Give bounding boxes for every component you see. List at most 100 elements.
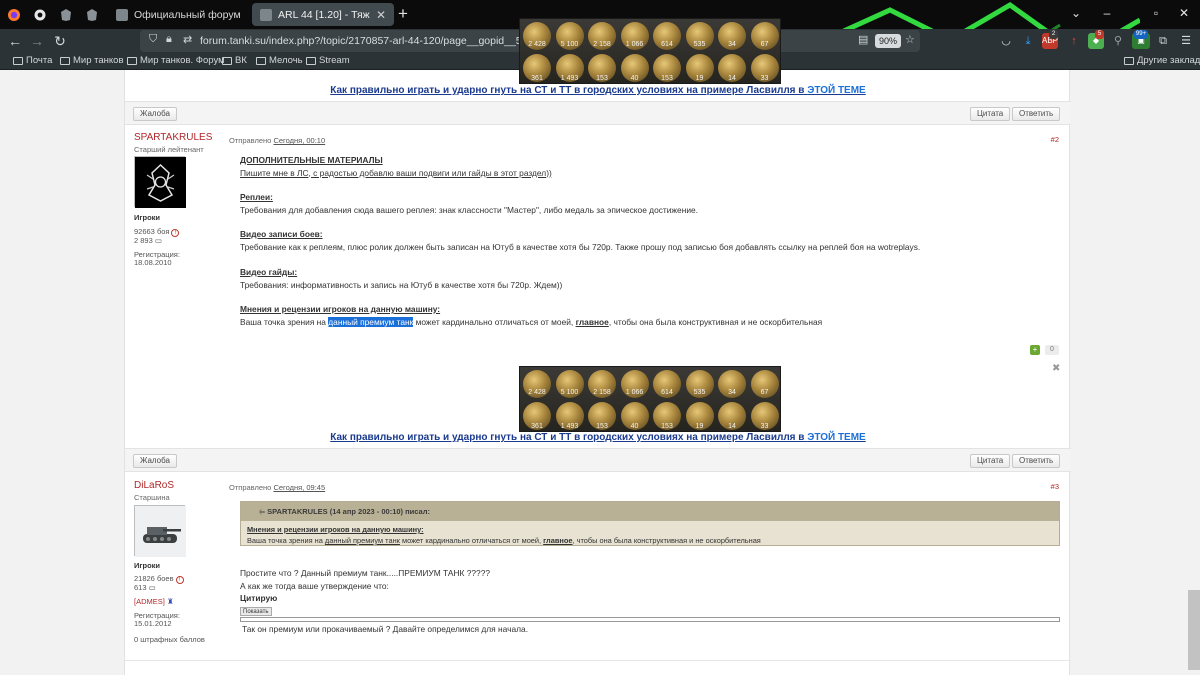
post-author-name[interactable]: DiLaRoS bbox=[134, 480, 174, 491]
reader-view-icon[interactable]: ▤ bbox=[858, 33, 868, 46]
selected-text[interactable]: данный премиум танк bbox=[328, 316, 414, 327]
extension-arrow-icon[interactable]: ↑ bbox=[1066, 33, 1082, 49]
extension-pin-icon[interactable]: ⚲ bbox=[1110, 33, 1126, 49]
scrollbar-thumb[interactable] bbox=[1188, 590, 1200, 670]
battle-videos-title: Видео записи боев: bbox=[240, 229, 323, 239]
battle-videos-text: Требование как к реплеям, плюс ролик дол… bbox=[240, 241, 921, 252]
back-button[interactable]: ← bbox=[6, 32, 24, 50]
vote-up-button[interactable]: + bbox=[1030, 345, 1040, 355]
tab-arl44[interactable]: ARL 44 [1.20] - Тяжелые танки ✕ bbox=[252, 3, 394, 26]
maximize-button[interactable]: ▫ bbox=[1146, 6, 1166, 20]
pinned-tab-icon[interactable] bbox=[30, 5, 50, 25]
complaint-button[interactable]: Жалоба bbox=[133, 454, 177, 468]
zoom-level[interactable]: 90% bbox=[875, 34, 902, 48]
replays-text: Требования для добавления сюда вашего ре… bbox=[240, 204, 698, 215]
signature-link-tail[interactable]: ЭТОЙ ТЕМЕ bbox=[807, 432, 866, 443]
medal-count: 2 158 bbox=[593, 41, 611, 48]
post-actions-bar: Жалоба Цитата Ответить bbox=[125, 448, 1071, 472]
menu-icon[interactable]: ☰ bbox=[1178, 33, 1194, 49]
avatar[interactable] bbox=[134, 156, 186, 208]
video-guides-text: Требования: информативность и запись на … bbox=[240, 279, 563, 290]
clan-tag-text[interactable]: [ADMES] bbox=[134, 597, 165, 606]
bookmark-label: Мир танков bbox=[73, 55, 124, 66]
reply-button[interactable]: Ответить bbox=[1012, 454, 1061, 468]
battle-videos-section: Видео записи боев: Требование как к репл… bbox=[240, 228, 1060, 253]
reviews-text-b: может кардинально отличаться от моей, bbox=[415, 316, 574, 327]
folder-icon bbox=[60, 56, 70, 65]
medal-count: 34 bbox=[728, 389, 736, 396]
firefox-icon[interactable] bbox=[4, 5, 24, 25]
reply-button[interactable]: Ответить bbox=[1012, 107, 1061, 121]
medal-count: 2 428 bbox=[528, 389, 546, 396]
medal-count: 1 493 bbox=[560, 423, 579, 430]
signature-banner[interactable]: 2 428 5 100 2 158 1 066 614 535 34 67 361 1 493 15… bbox=[519, 366, 781, 432]
permissions-icon[interactable]: ⇄ bbox=[183, 33, 192, 46]
tab-forum[interactable]: Официальный форум игры «Мир танков» bbox=[108, 3, 250, 26]
avatar[interactable] bbox=[134, 505, 186, 557]
quote-header: ⥢ SPARTAKRULES (14 апр 2023 - 00:10) пис… bbox=[241, 502, 1059, 521]
bookmark-folder[interactable]: Мир танков bbox=[60, 55, 124, 66]
quote-body: Мнения и рецензии игроков на данную маши… bbox=[241, 521, 1059, 549]
clan-emblem-icon[interactable]: ♜ bbox=[167, 597, 174, 606]
registration-date: 18.08.2010 bbox=[134, 258, 172, 267]
bookmark-folder[interactable]: Stream bbox=[306, 55, 350, 66]
topic-content: 2 428 5 100 2 158 1 066 614 535 34 67 361 1 493 15… bbox=[124, 18, 1071, 675]
close-tab-icon[interactable]: ✕ bbox=[376, 8, 386, 22]
divider bbox=[125, 660, 1071, 661]
bookmark-folder[interactable]: Мелочь bbox=[256, 55, 303, 66]
quote-icon: ⥢ bbox=[259, 507, 268, 516]
signature-link-text[interactable]: Как правильно играть и ударно гнуть на С… bbox=[330, 432, 804, 443]
posted-time[interactable]: Сегодня, 00:10 bbox=[273, 136, 325, 145]
quote-button[interactable]: Цитата bbox=[970, 454, 1011, 468]
quote-author: SPARTAKRULES (14 апр 2023 - 00:10) писал… bbox=[267, 507, 430, 516]
bookmark-folder[interactable]: Мир танков. Форум bbox=[127, 55, 225, 66]
medal-count: 40 bbox=[630, 75, 639, 82]
medal-count: 19 bbox=[695, 75, 704, 82]
complaint-button[interactable]: Жалоба bbox=[133, 107, 177, 121]
spoiler-show-button[interactable]: Показать bbox=[240, 607, 272, 616]
posted-time[interactable]: Сегодня, 09:45 bbox=[273, 483, 325, 492]
extensions-puzzle-icon[interactable]: ⧉ bbox=[1155, 33, 1171, 49]
signature-banner[interactable]: 2 428 5 100 2 158 1 066 614 535 34 67 361 1 493 15… bbox=[519, 18, 781, 84]
signature-link[interactable]: Как правильно играть и ударно гнуть на С… bbox=[125, 432, 1071, 443]
user-group: Игроки bbox=[134, 561, 160, 571]
medal-count: 33 bbox=[760, 423, 769, 430]
post-author-rank: Старшина bbox=[134, 493, 170, 502]
minimize-button[interactable]: – bbox=[1097, 6, 1117, 20]
bookmark-folder[interactable]: Почта bbox=[13, 55, 52, 66]
warning-info-icon[interactable]: ! bbox=[171, 229, 180, 237]
post-number-link[interactable]: #2 bbox=[1051, 135, 1059, 144]
reload-button[interactable]: ↻ bbox=[51, 32, 69, 50]
hide-signature-icon[interactable]: ✖ bbox=[1052, 363, 1060, 374]
downloads-icon[interactable]: ⤓ bbox=[1020, 33, 1036, 49]
signature-link[interactable]: Как правильно играть и ударно гнуть на С… bbox=[125, 85, 1071, 96]
pocket-icon[interactable]: ◡ bbox=[998, 33, 1014, 49]
medal-count: 2 158 bbox=[593, 389, 611, 396]
signature-link-tail[interactable]: ЭТОЙ ТЕМЕ bbox=[807, 85, 866, 96]
signature-link-text[interactable]: Как правильно играть и ударно гнуть на С… bbox=[330, 85, 804, 96]
new-tab-button[interactable]: + bbox=[398, 5, 408, 23]
lock-icon[interactable]: 🔒︎ bbox=[166, 33, 172, 46]
medal-count: 14 bbox=[728, 75, 736, 82]
bookmark-folder[interactable]: ВК bbox=[222, 55, 247, 66]
quote-button[interactable]: Цитата bbox=[970, 107, 1011, 121]
quote-title: Мнения и рецензии игроков на данную маши… bbox=[247, 525, 424, 534]
post-author-name[interactable]: SPARTAKRULES bbox=[134, 132, 212, 143]
bookmark-star-icon[interactable]: ☆ bbox=[905, 33, 915, 46]
forward-button[interactable]: → bbox=[28, 32, 46, 50]
list-tabs-icon[interactable]: ⌄ bbox=[1066, 6, 1086, 20]
post-date: Отправлено Сегодня, 00:10 bbox=[229, 136, 325, 145]
pinned-tab-tanks-icon[interactable] bbox=[56, 5, 76, 25]
warning-info-icon[interactable]: ! bbox=[175, 576, 184, 584]
pinned-tab-tanks-icon[interactable] bbox=[82, 5, 102, 25]
crest-icon bbox=[135, 157, 186, 208]
registration-date: 15.01.2012 bbox=[134, 619, 172, 628]
quote-text-b: может кардинально отличаться от моей, bbox=[401, 536, 542, 545]
battles-text: 92663 боя bbox=[134, 227, 170, 236]
post-line: А как же тогда ваше утверждение что: bbox=[240, 580, 389, 591]
close-window-button[interactable]: ✕ bbox=[1174, 6, 1194, 20]
other-bookmarks[interactable]: Другие закладки bbox=[1124, 55, 1200, 66]
clan-tag[interactable]: [ADMES] ♜ bbox=[134, 597, 174, 607]
post-number-link[interactable]: #3 bbox=[1051, 482, 1059, 491]
shield-icon[interactable]: ⛉ bbox=[149, 33, 157, 46]
